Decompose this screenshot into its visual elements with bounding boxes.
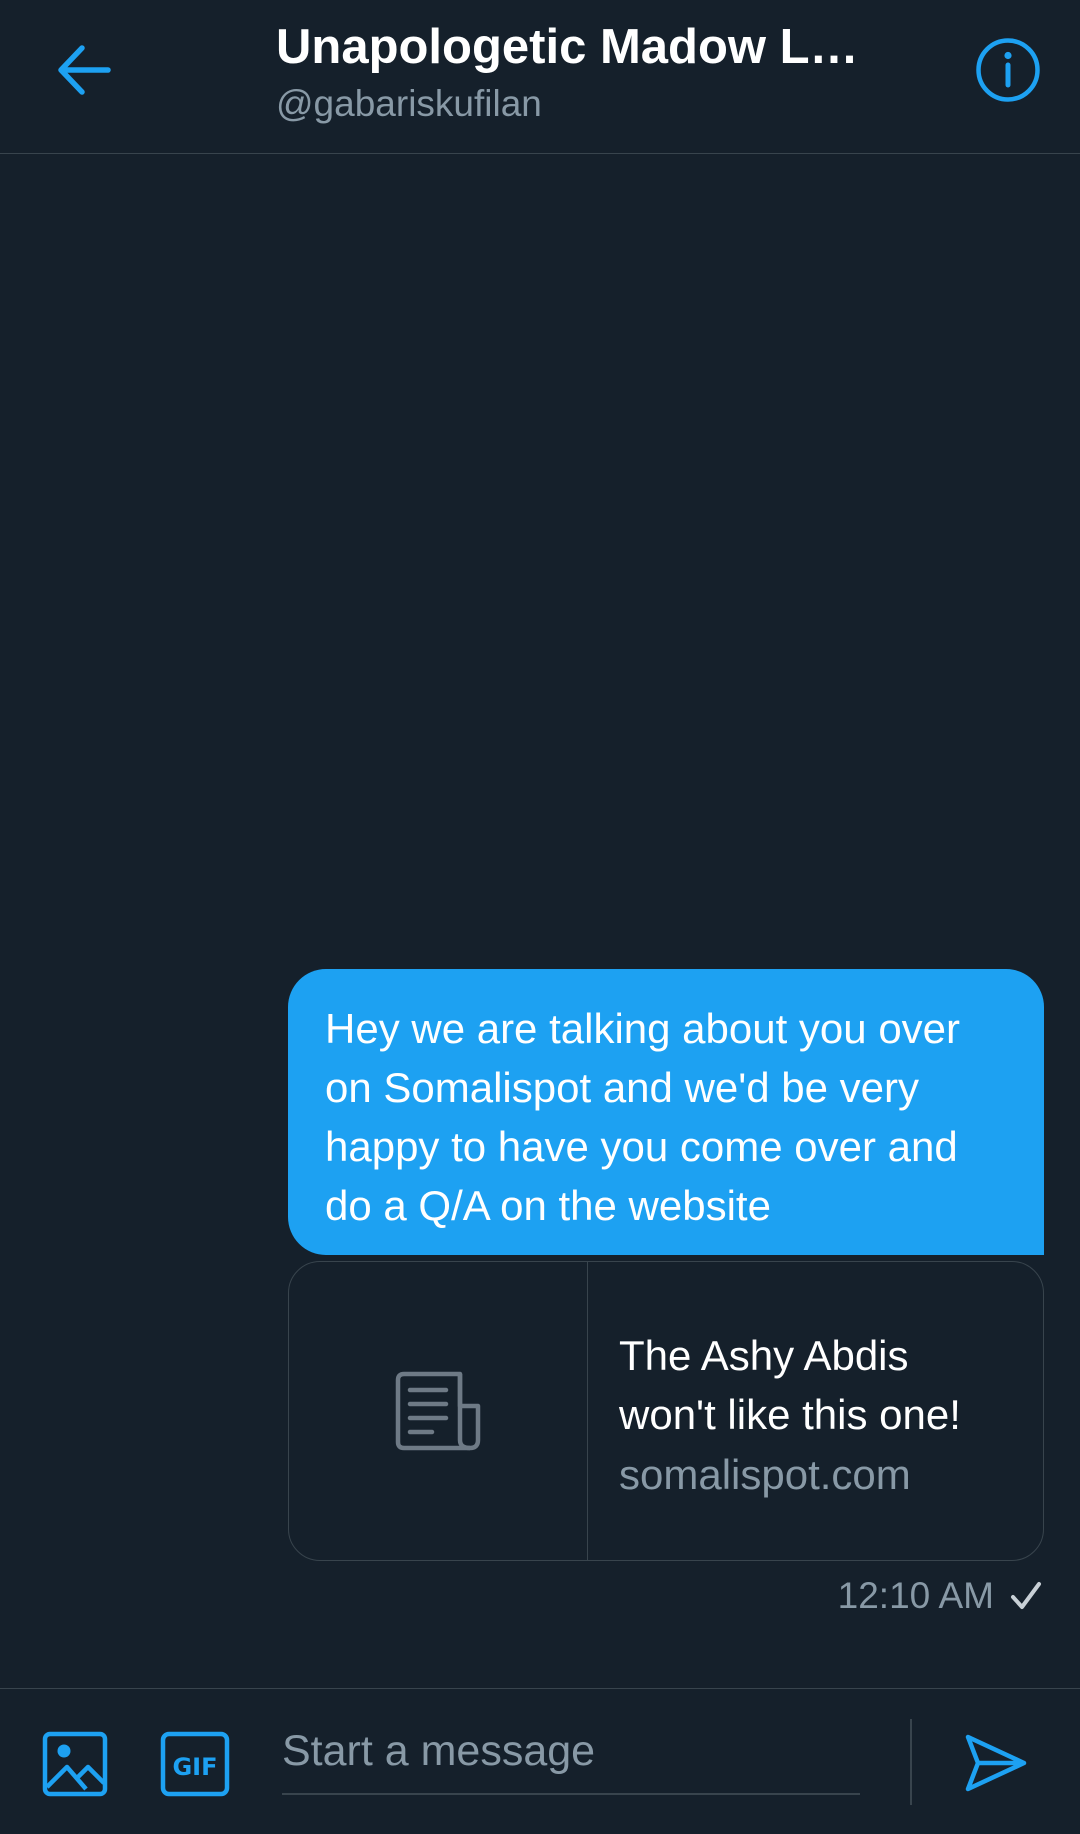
- conversation-handle: @gabariskufilan: [276, 83, 542, 124]
- send-button[interactable]: [964, 1731, 1028, 1795]
- composer-divider: [910, 1719, 912, 1805]
- add-media-button[interactable]: [42, 1731, 108, 1797]
- message-input-wrapper: [282, 1709, 860, 1795]
- link-thumbnail: [289, 1262, 588, 1560]
- add-gif-button[interactable]: GIF: [160, 1731, 230, 1797]
- message-input[interactable]: [282, 1709, 860, 1793]
- info-button[interactable]: [974, 36, 1042, 104]
- dm-conversation-screen: Unapologetic Madow L… @gabariskufilan He…: [0, 0, 1080, 1834]
- image-icon: [42, 1731, 108, 1797]
- conversation-title-block[interactable]: Unapologetic Madow L… @gabariskufilan: [276, 16, 896, 126]
- send-icon: [965, 1734, 1027, 1792]
- info-circle-icon: [976, 38, 1040, 102]
- back-button[interactable]: [52, 38, 116, 102]
- link-domain: somalispot.com: [619, 1451, 911, 1498]
- gif-label: GIF: [172, 1753, 217, 1781]
- message-bubble-sent[interactable]: Hey we are talking about you over on Som…: [288, 969, 1044, 1255]
- conversation-title: Unapologetic Madow L…: [276, 20, 859, 74]
- link-text-block: The Ashy Abdis won't like this one! soma…: [588, 1262, 1043, 1560]
- message-composer: GIF: [0, 1688, 1080, 1834]
- article-document-icon: [395, 1371, 481, 1451]
- checkmark-icon: [1011, 1582, 1041, 1609]
- link-preview-card[interactable]: The Ashy Abdis won't like this one! soma…: [288, 1261, 1044, 1561]
- message-timestamp: 12:10 AM: [837, 1575, 994, 1616]
- conversation-header: Unapologetic Madow L… @gabariskufilan: [0, 0, 1080, 154]
- arrow-left-icon: [58, 45, 111, 95]
- message-meta: 12:10 AM: [838, 1572, 1042, 1620]
- link-title: The Ashy Abdis won't like this one!: [619, 1332, 961, 1438]
- gif-icon: GIF: [160, 1731, 230, 1797]
